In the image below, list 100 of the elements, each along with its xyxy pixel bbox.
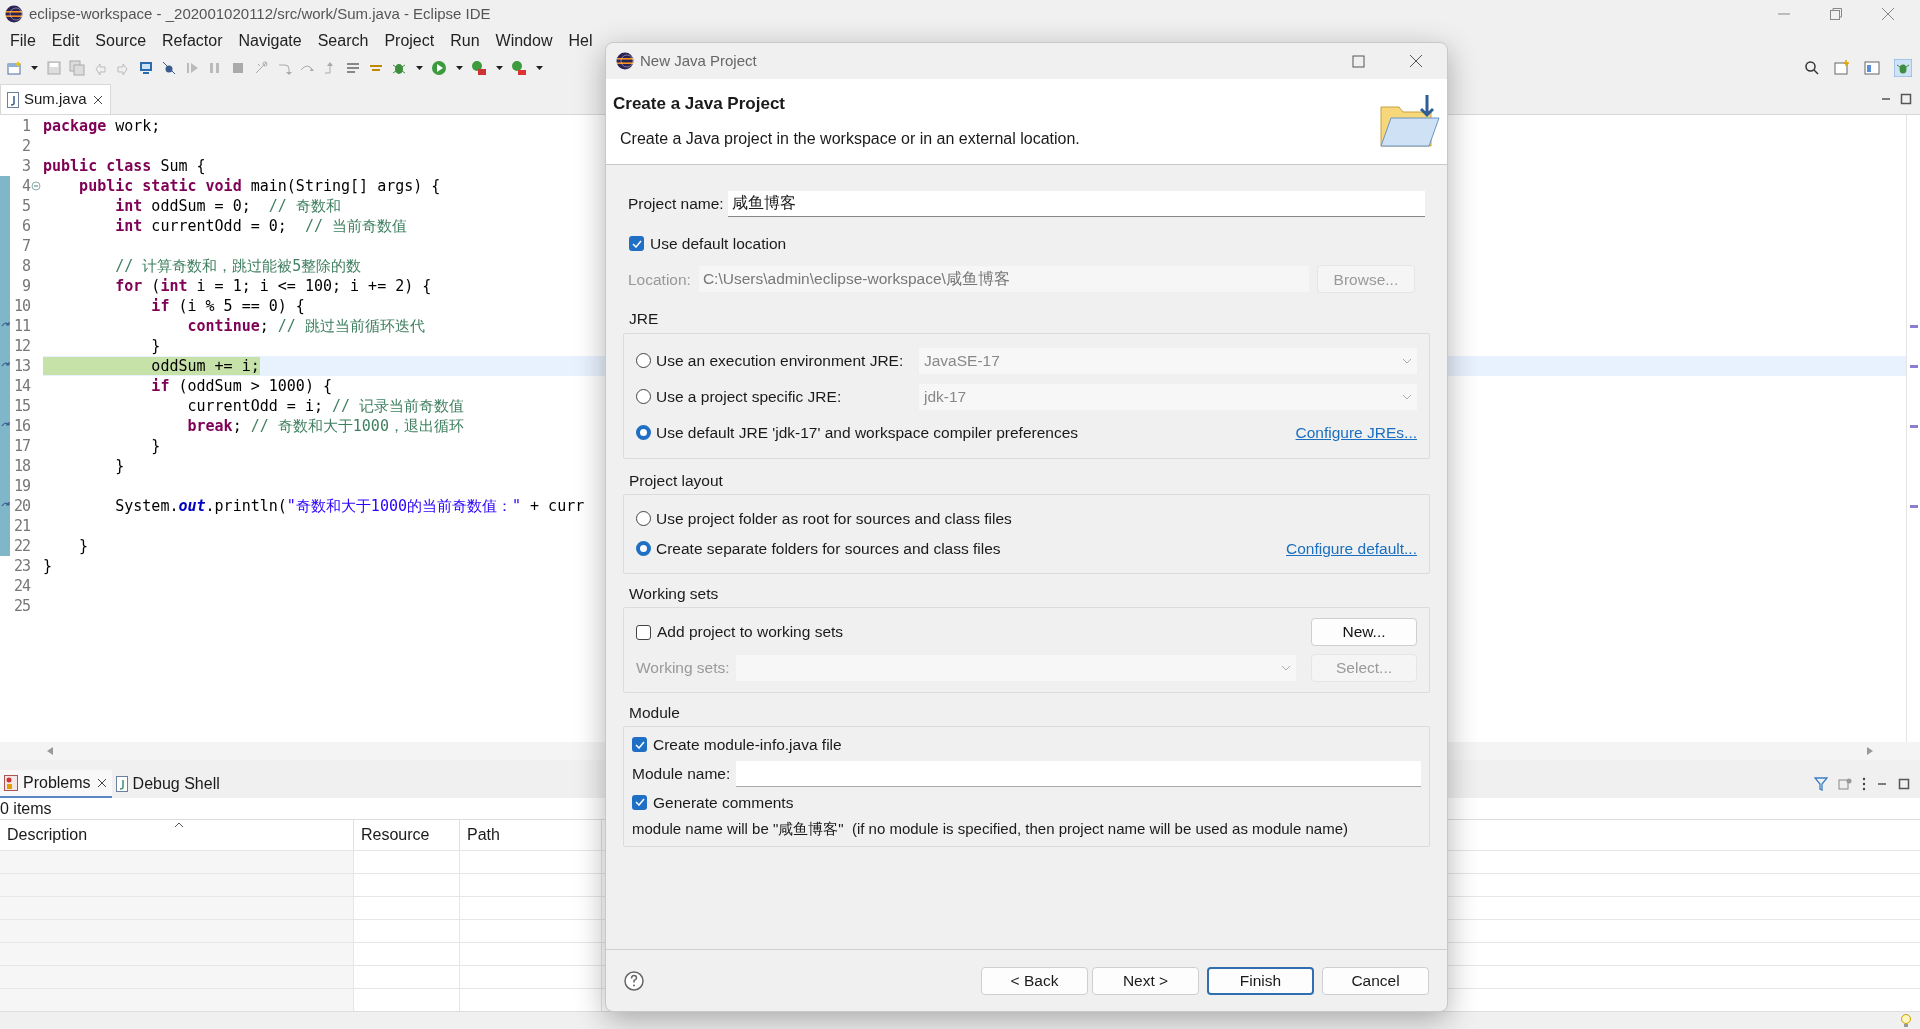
project-name-field[interactable]: 咸鱼博客 <box>727 191 1425 217</box>
code-line: public static void main(String[] args) { <box>78 177 441 195</box>
resume-icon[interactable] <box>184 60 200 76</box>
coverage-icon[interactable] <box>471 60 487 76</box>
close-icon[interactable] <box>95 777 108 789</box>
menu-item[interactable]: Refactor <box>154 29 231 53</box>
code-line: public class Sum { <box>43 157 206 175</box>
close-icon[interactable] <box>1409 54 1423 68</box>
problems-summary: 0 items <box>0 798 52 819</box>
code-line: } <box>43 557 53 575</box>
external-tools-icon[interactable] <box>511 60 527 76</box>
radio-label: Use project folder as root for sources and class files <box>656 509 1012 530</box>
close-icon[interactable] <box>91 93 104 106</box>
radio-label: Use a project specific JRE: <box>656 386 842 407</box>
code-line: continue; // 跳过当前循环迭代 <box>186 317 425 335</box>
menu-item[interactable]: Project <box>376 29 443 53</box>
search-icon[interactable] <box>1804 60 1820 76</box>
editor-tab[interactable]: Sum.java <box>0 84 111 114</box>
window-title: eclipse-workspace - _202001020112/src/work/Sum.java - Eclipse IDE <box>29 3 491 24</box>
menu-item[interactable]: Edit <box>43 29 88 53</box>
radio-button[interactable] <box>636 425 651 440</box>
java-perspective-icon[interactable] <box>1864 60 1880 76</box>
checkbox[interactable] <box>629 236 644 252</box>
folder-icon <box>1377 93 1441 149</box>
filter-icon[interactable] <box>1814 777 1828 791</box>
radio-button[interactable] <box>636 389 651 404</box>
perspective-icon[interactable] <box>1834 60 1850 76</box>
more-icon[interactable] <box>1862 777 1866 791</box>
menu-item[interactable]: Window <box>487 29 561 53</box>
field-label: Location: <box>628 269 691 290</box>
menu-item[interactable]: Source <box>87 29 155 53</box>
menu-item[interactable]: Run <box>442 29 488 53</box>
java-file-icon <box>115 776 128 792</box>
scroll-right-icon[interactable] <box>1866 746 1874 756</box>
menu-item[interactable]: Navigate <box>230 29 310 53</box>
configure-link[interactable]: Configure JREs... <box>1295 420 1417 445</box>
code-line: int oddSum = 0; // 奇数和 <box>114 197 341 215</box>
panel-tab[interactable]: Debug Shell <box>111 770 224 798</box>
line-number: 8 <box>20 255 30 277</box>
module-name-field[interactable] <box>736 760 1421 787</box>
line-number: 7 <box>20 235 30 257</box>
line-number: 23 <box>12 555 30 577</box>
line-number: 4 <box>20 175 30 197</box>
dialog-button[interactable]: < Back <box>981 966 1088 995</box>
list-icon[interactable] <box>345 60 361 76</box>
skip-breakpoints-icon[interactable] <box>161 60 177 76</box>
radio-button[interactable] <box>636 353 651 368</box>
overview-ruler-mark <box>1910 425 1918 428</box>
line-number: 22 <box>12 535 30 557</box>
group-title: Module <box>629 703 681 723</box>
menu-item[interactable]: Hel <box>560 29 601 53</box>
menu-item[interactable]: Search <box>309 29 377 53</box>
scroll-left-icon[interactable] <box>46 746 54 756</box>
field-label: Module name: <box>632 763 731 784</box>
maximize-icon[interactable] <box>1898 778 1910 790</box>
collapse-icon[interactable] <box>31 181 41 191</box>
checkbox-label: Add project to working sets <box>657 622 844 643</box>
checkbox[interactable] <box>632 737 647 753</box>
menu-item[interactable]: File <box>2 29 44 53</box>
column-header[interactable]: Description <box>0 820 354 850</box>
save-all-icon[interactable] <box>69 60 85 76</box>
stop-icon[interactable] <box>230 60 246 76</box>
line-number: 25 <box>12 595 30 617</box>
problems-icon <box>4 775 18 791</box>
line-number: 11 <box>12 315 30 337</box>
disconnect-icon[interactable] <box>253 60 269 76</box>
dialog-button[interactable]: Finish <box>1207 966 1314 995</box>
radio-button[interactable] <box>636 541 651 557</box>
save-icon[interactable] <box>46 60 62 76</box>
new-file-icon[interactable] <box>6 60 22 76</box>
line-number: 24 <box>12 575 30 597</box>
column-header[interactable]: Resource <box>354 820 460 850</box>
dialog-button[interactable]: Next > <box>1092 966 1199 995</box>
panel-tab[interactable]: Problems <box>0 770 112 798</box>
line-number: 16 <box>12 415 30 437</box>
code-line: } <box>114 457 125 475</box>
help-icon[interactable] <box>624 970 644 991</box>
debug-perspective-icon[interactable] <box>1894 59 1912 77</box>
checkbox[interactable] <box>636 624 651 640</box>
group-title: JRE <box>629 309 660 330</box>
check-icon <box>634 798 645 807</box>
overview-ruler-mark <box>1910 365 1918 368</box>
monitor-icon[interactable] <box>138 60 154 76</box>
radio-button[interactable] <box>636 511 651 527</box>
dialog-title: New Java Project <box>640 50 757 71</box>
column-header[interactable]: Path <box>460 820 602 850</box>
view-menu-icon[interactable] <box>1838 777 1852 791</box>
checkbox[interactable] <box>632 794 647 810</box>
eclipse-logo-icon <box>5 5 23 23</box>
lightbulb-icon[interactable] <box>1900 1012 1912 1029</box>
radio-label: Use an execution environment JRE: <box>656 350 904 371</box>
code-line: if (i % 5 == 0) { <box>150 297 305 315</box>
chevron-down-icon <box>1280 665 1291 671</box>
restore-icon[interactable] <box>1829 7 1843 21</box>
new-button[interactable]: New... <box>1311 618 1417 646</box>
run-icon[interactable] <box>431 60 447 76</box>
maximize-icon[interactable] <box>1900 93 1912 105</box>
sort-caret-icon[interactable] <box>174 822 184 828</box>
configure-link[interactable]: Configure default... <box>1286 537 1417 561</box>
dialog-button[interactable]: Cancel <box>1322 966 1429 995</box>
